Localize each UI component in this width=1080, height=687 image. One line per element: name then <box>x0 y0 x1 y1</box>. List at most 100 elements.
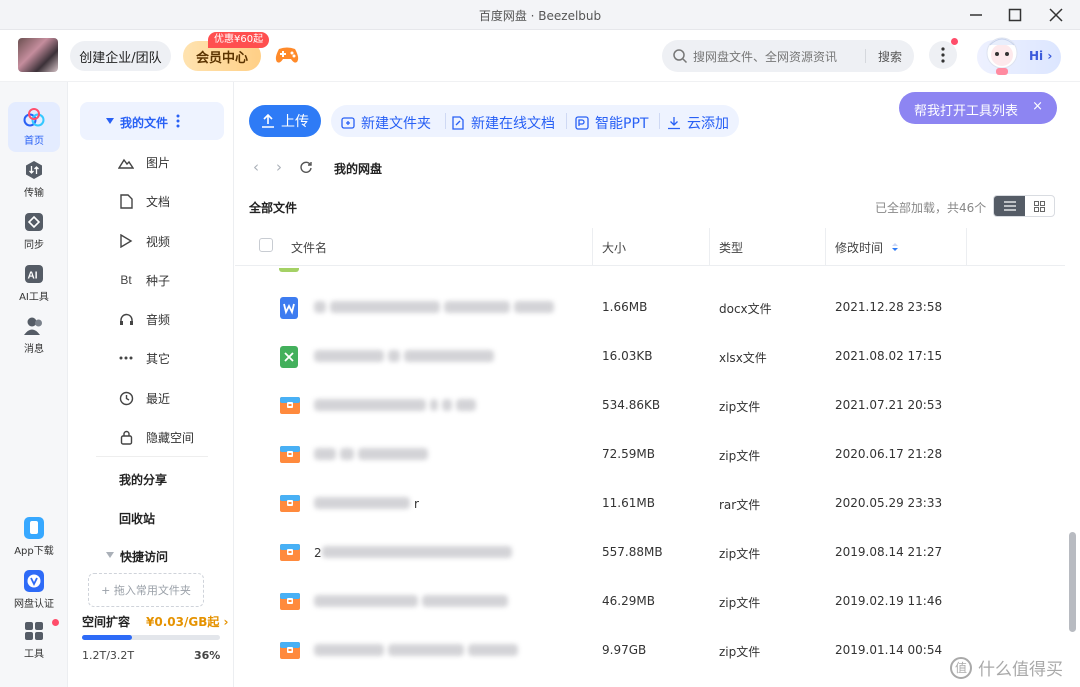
home-cloud-icon <box>23 108 45 127</box>
table-row[interactable]: 534.86KB zip文件 2021.07.21 20:53 <box>235 381 1065 430</box>
mascot-avatar-icon[interactable] <box>982 33 1022 77</box>
table-row[interactable]: 72.59MB zip文件 2020.06.17 21:28 <box>235 430 1065 479</box>
column-separator <box>592 228 593 266</box>
cloud-add-button[interactable]: 云添加 <box>667 113 729 133</box>
rail-messages[interactable]: 消息 <box>8 310 60 360</box>
rail-transfer[interactable]: 传输 <box>8 154 60 204</box>
rail-app-download[interactable]: App下载 <box>8 512 60 562</box>
nav-videos[interactable]: 视频 <box>118 231 170 251</box>
grid-view-button[interactable] <box>1025 196 1054 216</box>
quota-title: 空间扩容 <box>82 615 131 629</box>
nav-audio[interactable]: 音频 <box>118 309 170 329</box>
watermark: 值 什么值得买 <box>950 655 1063 680</box>
close-help-pill-button[interactable]: × <box>1032 99 1043 114</box>
promo-badge: 优惠¥60起 <box>208 32 270 48</box>
quota-used-text: 1.2T/3.2T <box>82 649 135 662</box>
column-type[interactable]: 类型 <box>719 239 743 256</box>
select-all-checkbox[interactable] <box>259 238 273 252</box>
rail-home-label: 首页 <box>24 136 44 147</box>
sort-icon[interactable] <box>891 242 899 252</box>
nav-others-label: 其它 <box>146 351 171 366</box>
minimize-icon <box>970 14 982 16</box>
file-size: 1.66MB <box>602 300 648 314</box>
table-row[interactable]: 46.29MB zip文件 2019.02.19 11:46 <box>235 577 1065 626</box>
create-enterprise-button[interactable]: 创建企业/团队 <box>70 41 171 71</box>
lock-icon <box>120 430 132 445</box>
vertical-scrollbar[interactable] <box>1069 532 1076 632</box>
new-online-doc-button[interactable]: 新建在线文档 <box>451 113 555 133</box>
table-row[interactable]: 1.66MB docx文件 2021.12.28 23:58 <box>235 283 1065 332</box>
user-avatar[interactable] <box>18 38 58 72</box>
svg-text:AI: AI <box>28 271 38 282</box>
nav-others[interactable]: 其它 <box>118 348 170 368</box>
smart-ppt-button[interactable]: 智能PPT <box>575 113 648 133</box>
nav-my-share[interactable]: 我的分享 <box>119 471 167 488</box>
open-tools-list-pill[interactable]: 帮我打开工具列表 × <box>899 92 1057 124</box>
table-row[interactable]: r 11.61MB rar文件 2020.05.29 23:33 <box>235 479 1065 528</box>
file-name-redacted[interactable] <box>314 448 432 462</box>
new-online-doc-label: 新建在线文档 <box>471 116 555 132</box>
archive-file-icon <box>279 640 300 662</box>
file-name-redacted[interactable] <box>314 644 522 658</box>
back-arrow-icon[interactable]: ‹ <box>253 158 259 176</box>
column-modified[interactable]: 修改时间 <box>835 239 883 256</box>
search-button[interactable]: 搜索 <box>878 48 902 65</box>
online-doc-icon <box>452 116 464 130</box>
assistant-label: Hi › <box>1029 49 1053 63</box>
grid-apps-icon <box>25 622 43 640</box>
file-name-redacted[interactable] <box>314 301 558 315</box>
rail-home[interactable]: 首页 <box>8 102 60 152</box>
minimize-button[interactable] <box>965 4 987 26</box>
close-window-button[interactable] <box>1045 4 1067 26</box>
rail-tools-label: 工具 <box>24 649 44 660</box>
file-name-redacted[interactable] <box>314 595 512 609</box>
nav-my-files[interactable]: 我的文件 <box>80 102 224 140</box>
verify-v-icon <box>24 570 44 592</box>
nav-recycle-bin[interactable]: 回收站 <box>119 510 155 527</box>
column-name[interactable]: 文件名 <box>291 239 327 256</box>
rail-verify[interactable]: 网盘认证 <box>8 565 60 615</box>
file-name-redacted[interactable] <box>314 350 498 364</box>
rail-sync[interactable]: 同步 <box>8 206 60 256</box>
new-folder-button[interactable]: 新建文件夹 <box>341 113 431 133</box>
table-row[interactable]: 9.97GB zip文件 2019.01.14 00:54 <box>235 626 1065 675</box>
archive-file-icon <box>279 395 300 417</box>
more-menu-button[interactable] <box>929 41 957 69</box>
forward-arrow-icon[interactable]: › <box>276 158 282 176</box>
nav-torrents[interactable]: Bt 种子 <box>118 270 170 290</box>
bt-icon: Bt <box>120 273 132 287</box>
file-type: zip文件 <box>719 645 761 659</box>
archive-file-icon <box>279 542 300 564</box>
nav-hidden-space[interactable]: 隐藏空间 <box>118 427 194 447</box>
search-divider <box>865 49 866 63</box>
list-view-button[interactable] <box>994 196 1025 216</box>
column-size[interactable]: 大小 <box>602 239 626 256</box>
nav-documents[interactable]: 文档 <box>118 191 170 211</box>
table-row[interactable]: 16.03KB xlsx文件 2021.08.02 17:15 <box>235 332 1065 381</box>
nav-documents-label: 文档 <box>146 194 171 209</box>
list-icon <box>1003 201 1016 211</box>
maximize-button[interactable] <box>1004 4 1026 26</box>
quota-upgrade-link[interactable]: ¥0.03/GB起 › <box>146 613 228 630</box>
file-modified-time: 2019.08.14 21:27 <box>835 545 943 559</box>
more-vertical-icon[interactable] <box>176 114 180 128</box>
game-icon[interactable] <box>274 44 300 66</box>
nav-images[interactable]: 图片 <box>118 152 170 172</box>
upload-button[interactable]: 上传 <box>249 105 321 137</box>
file-name-redacted[interactable] <box>314 399 480 413</box>
file-size: 9.97GB <box>602 643 647 657</box>
table-row[interactable]: 2 557.88MB zip文件 2019.08.14 21:27 <box>235 528 1065 577</box>
nav-recent[interactable]: 最近 <box>118 388 170 408</box>
file-name-redacted[interactable]: r <box>314 497 419 511</box>
refresh-icon[interactable] <box>299 160 313 174</box>
nav-quick-access[interactable]: 快捷访问 <box>120 548 168 565</box>
breadcrumb[interactable]: 我的网盘 <box>334 160 382 177</box>
rail-ai-tools[interactable]: AI AI工具 <box>8 258 60 308</box>
drag-folder-dropzone[interactable]: + 拖入常用文件夹 <box>88 573 204 607</box>
toolbar-divider <box>566 113 567 129</box>
search-box[interactable]: 搜网盘文件、全网资源资讯 搜索 <box>662 40 914 72</box>
caret-down-icon <box>106 118 114 124</box>
file-name-redacted[interactable]: 2 <box>314 546 516 560</box>
file-size: 557.88MB <box>602 545 663 559</box>
partial-row-icon <box>279 268 299 272</box>
